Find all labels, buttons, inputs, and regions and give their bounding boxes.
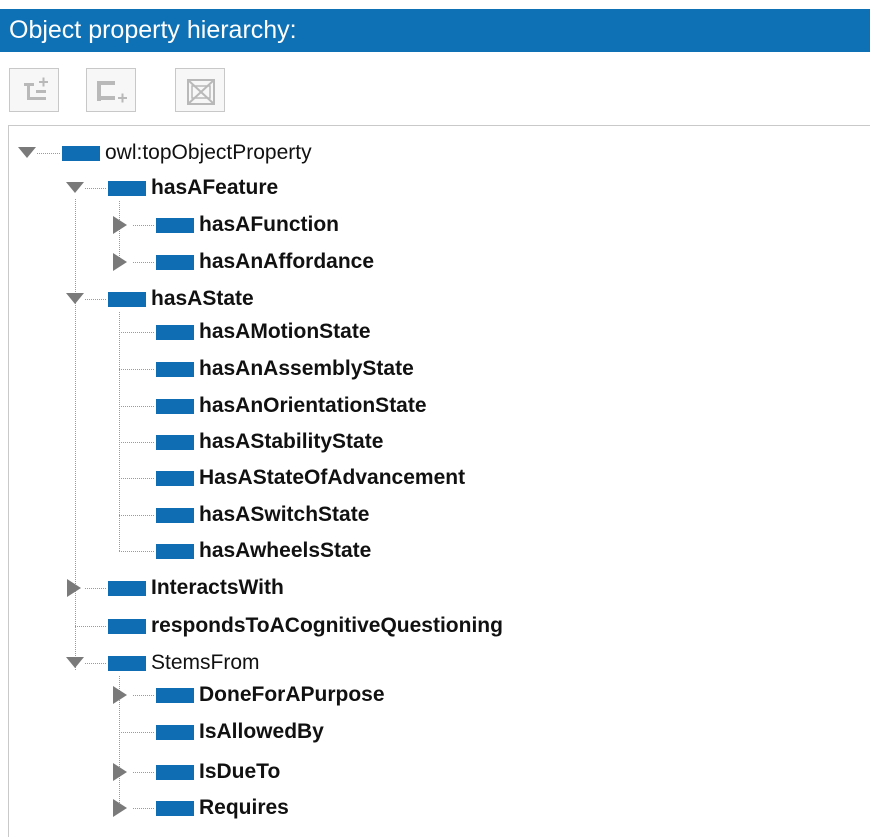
tree-node-interactswith[interactable]: InteractsWith [9, 571, 409, 605]
object-property-icon [108, 181, 146, 196]
tree-node-stemsfrom[interactable]: StemsFrom [9, 646, 409, 680]
tree-node-hasamotionstate[interactable]: hasAMotionState [9, 315, 459, 349]
tree-node-hasafeature[interactable]: hasAFeature [9, 171, 409, 205]
tree-node-owl-topobjectproperty[interactable]: owl:topObjectProperty [9, 136, 409, 170]
collapsed-arrow-icon[interactable] [111, 245, 133, 279]
expand-arrow-icon[interactable] [65, 646, 87, 680]
object-property-icon [156, 435, 194, 450]
tree-node-respondstoacognitivequestioning[interactable]: respondsToACognitiveQuestioning [9, 609, 629, 643]
expand-arrow-icon[interactable] [65, 171, 87, 205]
tree-node-hasastabilitystate[interactable]: hasAStabilityState [9, 425, 479, 459]
object-property-icon [156, 471, 194, 486]
node-label: hasAFunction [199, 213, 339, 236]
expand-arrow-icon[interactable] [17, 136, 39, 170]
node-label: hasASwitchState [199, 503, 370, 526]
tree-node-isallowedby[interactable]: IsAllowedBy [9, 715, 409, 749]
collapsed-arrow-icon[interactable] [111, 755, 133, 789]
node-label: IsAllowedBy [199, 720, 324, 743]
panel-title: Object property hierarchy: [0, 9, 870, 52]
node-label: hasAwheelsState [199, 539, 372, 562]
node-label: HasAStateOfAdvancement [199, 466, 466, 489]
node-label: InteractsWith [151, 576, 284, 599]
collapsed-arrow-icon[interactable] [111, 208, 133, 242]
node-label: hasAnOrientationState [199, 394, 427, 417]
node-label: IsDueTo [199, 760, 281, 783]
node-label: hasAnAffordance [199, 250, 375, 273]
tree-node-hasawheelsstate[interactable]: hasAwheelsState [9, 534, 459, 568]
node-label: hasAFeature [151, 176, 279, 199]
toolbar [0, 52, 870, 122]
collapsed-arrow-icon[interactable] [111, 678, 133, 712]
tree-node-hasafunction[interactable]: hasAFunction [9, 208, 409, 242]
object-property-icon [156, 544, 194, 559]
collapsed-arrow-icon[interactable] [65, 571, 87, 605]
object-property-icon [156, 508, 194, 523]
property-hierarchy-tree[interactable]: owl:topObjectProperty hasAFeature hasAFu… [8, 125, 870, 837]
tree-node-hasanassemblystate[interactable]: hasAnAssemblyState [9, 352, 509, 386]
object-property-icon [156, 688, 194, 703]
expand-arrow-icon[interactable] [65, 282, 87, 316]
collapsed-arrow-icon[interactable] [111, 791, 133, 825]
tree-node-hasaswitchstate[interactable]: hasASwitchState [9, 498, 459, 532]
object-property-icon [108, 619, 146, 634]
node-label: DoneForAPurpose [199, 683, 385, 706]
object-property-icon [156, 765, 194, 780]
tree-node-isdueto[interactable]: IsDueTo [9, 755, 409, 789]
node-label: owl:topObjectProperty [105, 141, 312, 164]
object-property-icon [156, 325, 194, 340]
tree-node-hasastateofadvancement[interactable]: HasAStateOfAdvancement [9, 461, 569, 495]
node-label: hasAMotionState [199, 320, 371, 343]
node-label: Requires [199, 796, 289, 819]
object-property-icon [156, 218, 194, 233]
object-property-icon [156, 399, 194, 414]
node-label: hasAnAssemblyState [199, 357, 414, 380]
tree-node-hasastate[interactable]: hasAState [9, 282, 409, 316]
tree-node-requires[interactable]: Requires [9, 791, 409, 825]
object-property-icon [156, 362, 194, 377]
delete-property-button[interactable] [175, 68, 225, 112]
tree-node-doneforapurpose[interactable]: DoneForAPurpose [9, 678, 459, 712]
object-property-icon [156, 725, 194, 740]
object-property-icon [108, 581, 146, 596]
tree-node-hasanorientationstate[interactable]: hasAnOrientationState [9, 389, 529, 423]
node-label: hasAStabilityState [199, 430, 384, 453]
object-property-icon [108, 292, 146, 307]
tree-node-hasanaffordance[interactable]: hasAnAffordance [9, 245, 459, 279]
node-label: hasAState [151, 287, 254, 310]
add-sibling-property-button[interactable] [86, 68, 136, 112]
node-label: StemsFrom [151, 651, 260, 674]
object-property-icon [108, 656, 146, 671]
node-label: respondsToACognitiveQuestioning [151, 614, 503, 637]
object-property-icon [62, 146, 100, 161]
add-sub-property-button[interactable] [9, 68, 59, 112]
object-property-icon [156, 801, 194, 816]
object-property-icon [156, 255, 194, 270]
